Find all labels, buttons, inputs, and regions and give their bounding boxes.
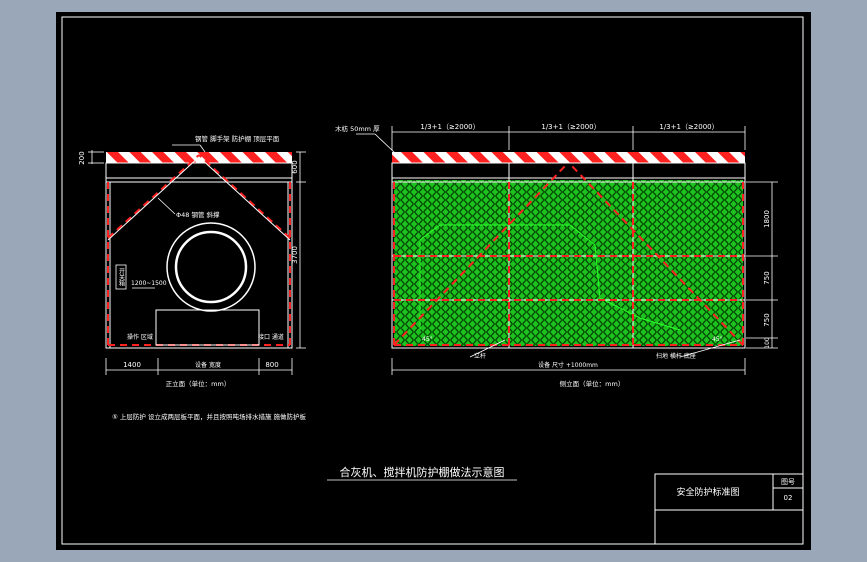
side-bay-1: 1/3+1（≥2000） (420, 123, 479, 131)
front-dim-right: 800 (265, 361, 278, 369)
side-mesh-panel (394, 180, 743, 346)
front-dim-roof-gap: 600 (291, 160, 299, 173)
front-range: 1200~1500 (131, 280, 167, 287)
side-dim-1800: 1800 (763, 210, 771, 228)
front-label-right: 接口 通道 (258, 333, 284, 341)
side-bay-3: 1/3+1（≥2000） (659, 123, 718, 131)
side-dim-750a: 750 (763, 271, 771, 284)
side-dim-750b: 750 (763, 313, 771, 326)
side-dim-100: 100 (764, 337, 771, 349)
side-roof-hazard (392, 152, 745, 163)
front-top-callout: 钢管 脚手架 防护棚 顶层平面 (195, 134, 280, 143)
front-diag-callout: Φ48 钢管 斜撑 (176, 210, 220, 219)
front-label-bottom: 设备 宽度 (195, 361, 221, 369)
front-dim-height: 3700 (291, 246, 299, 264)
front-dim-left: 1400 (123, 361, 141, 369)
side-angle-left: 45° (422, 336, 433, 343)
side-angle-right: 45° (712, 336, 723, 343)
side-bottom-left: 立杆 (474, 352, 486, 360)
drawing-note: ⑤ 上层防护 设立成两层板平面，并且按照吨场排水措施 施做防护板 (112, 412, 307, 421)
title-block-sheet-number: 02 (784, 494, 793, 502)
front-side-note: 开关箱 (118, 268, 125, 287)
front-caption: 正立面（单位：mm） (166, 379, 231, 388)
side-bottom-right: 扫地 横杆 底座 (656, 352, 696, 360)
drawing-title: 合灰机、搅拌机防护棚做法示意图 (340, 465, 505, 479)
front-label-left: 操作 区域 (127, 333, 153, 341)
side-caption: 侧立面（单位：mm） (560, 379, 625, 388)
side-bottom-mid: 设备 尺寸 +1000mm (538, 361, 598, 369)
front-dim-roof: 200 (78, 151, 86, 164)
title-block-name: 安全防护标准图 (676, 486, 739, 498)
title-block-sheet-label: 图号 (781, 478, 795, 486)
side-bay-2: 1/3+1（≥2000） (541, 123, 600, 131)
side-view: 1/3+1（≥2000） 1/3+1（≥2000） 1/3+1（≥2000） 木… (335, 123, 778, 388)
side-top-callout: 木枋 50mm 厚 (335, 124, 380, 133)
drawing-canvas: 200 600 3700 1400 800 设备 宽度 钢管 脚手架 防护棚 顶… (56, 12, 811, 550)
